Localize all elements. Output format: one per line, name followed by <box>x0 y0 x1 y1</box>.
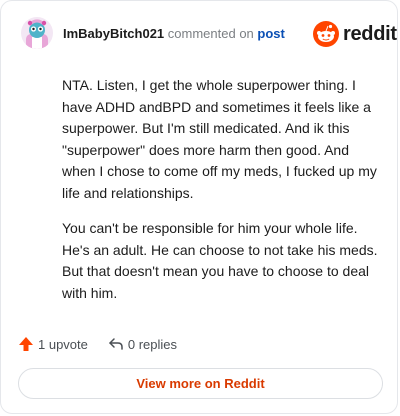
comment-actions: 1 upvote 0 replies <box>18 334 177 354</box>
upvote-count: 1 upvote <box>38 336 88 352</box>
comment-paragraph: NTA. Listen, I get the whole superpower … <box>62 77 377 201</box>
comment-body: NTA. Listen, I get the whole superpower … <box>62 75 380 318</box>
post-link[interactable]: post <box>257 26 284 41</box>
upvote-arrow-icon <box>19 337 33 351</box>
reddit-wordmark: reddit <box>343 23 397 45</box>
replies-button[interactable]: 0 replies <box>108 336 177 352</box>
commented-on-text: commented on <box>167 26 254 41</box>
replies-count: 0 replies <box>127 336 178 352</box>
snoo-avatar-icon <box>21 17 53 49</box>
reddit-logo-icon <box>313 21 339 47</box>
reddit-brand[interactable]: reddit <box>313 21 397 47</box>
comment-header: ImBabyBitch021 commented on post <box>63 26 285 42</box>
username[interactable]: ImBabyBitch021 <box>63 26 164 41</box>
comment-card: ImBabyBitch021 commented on post reddit … <box>0 0 398 414</box>
view-more-button[interactable]: View more on Reddit <box>18 368 383 399</box>
avatar[interactable] <box>21 17 53 49</box>
comment-paragraph: You can't be responsible for him your wh… <box>62 220 378 301</box>
reply-arrow-icon <box>109 338 123 350</box>
upvote-button[interactable]: 1 upvote <box>18 336 88 352</box>
